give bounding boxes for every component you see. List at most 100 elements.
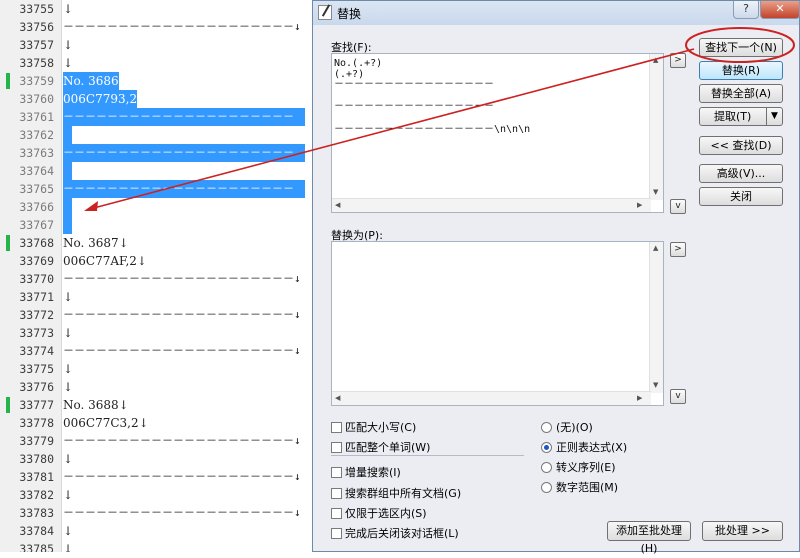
close-button[interactable]: 关闭 [699, 187, 783, 206]
editor-line[interactable]: 33764 [0, 162, 312, 180]
editor-line[interactable]: 33758 ↓ [0, 54, 312, 72]
option-checkbox[interactable]: 匹配整个单词(W) [331, 439, 430, 455]
extract-button[interactable]: 提取(T) ▼ [699, 107, 783, 126]
advanced-button[interactable]: 高级(V)... [699, 164, 783, 183]
editor-line[interactable]: 33766 [0, 198, 312, 216]
editor-line[interactable]: 33772 －－－－－－－－－－－－－－－－－－－－－↓ [0, 306, 312, 324]
checkbox-icon[interactable] [331, 528, 342, 539]
line-number: 33767 [19, 218, 54, 232]
editor-line[interactable]: 33782 ↓ [0, 486, 312, 504]
replace-button[interactable]: 替换(R) [699, 61, 783, 80]
batch-button[interactable]: 批处理 >> [702, 521, 783, 541]
line-number: 33758 [19, 56, 54, 70]
option-checkbox[interactable]: 搜索群组中所有文档(G) [331, 485, 461, 501]
help-button[interactable]: ? [733, 1, 759, 19]
checkbox-icon[interactable] [331, 488, 342, 499]
search-mode-radio[interactable]: 转义序列(E) [541, 459, 616, 475]
scroll-left-icon[interactable]: ◀ [335, 201, 340, 209]
editor-line[interactable]: 33760 006C7793,2 [0, 90, 312, 108]
editor-line[interactable]: 33761 －－－－－－－－－－－－－－－－－－－－－ [0, 108, 312, 126]
checkbox-icon[interactable] [331, 508, 342, 519]
line-number: 33757 [19, 38, 54, 52]
editor-line[interactable]: 33779 －－－－－－－－－－－－－－－－－－－－－↓ [0, 432, 312, 450]
option-checkbox[interactable]: 增量搜索(I) [331, 464, 401, 480]
editor-line[interactable]: 33774 －－－－－－－－－－－－－－－－－－－－－↓ [0, 342, 312, 360]
dialog-title: 替换 [337, 7, 362, 21]
text-editor[interactable]: 33755 ↓ 33756 －－－－－－－－－－－－－－－－－－－－－↓ 33757 ↓ 3… [0, 0, 312, 552]
scroll-right-icon[interactable]: ▶ [637, 201, 642, 209]
replace-hscrollbar[interactable]: ◀ ▶ [332, 391, 651, 405]
radio-icon[interactable] [541, 442, 552, 453]
scroll-up-icon[interactable]: ▲ [653, 244, 658, 252]
find-textarea[interactable]: No.(.+?) (.+?) －－－－－－－－－－－－－－－－ －－－－－－－－－－－… [331, 53, 664, 213]
find-hscrollbar[interactable]: ◀ ▶ [332, 198, 651, 212]
editor-line[interactable]: 33785 ↓ [0, 540, 312, 552]
radio-icon[interactable] [541, 422, 552, 433]
editor-line[interactable]: 33770 －－－－－－－－－－－－－－－－－－－－－↓ [0, 270, 312, 288]
editor-line[interactable]: 33769 006C77AF,2↓ [0, 252, 312, 270]
replace-vscrollbar[interactable]: ▲ ▼ [649, 242, 663, 393]
scroll-up-icon[interactable]: ▲ [653, 56, 658, 64]
close-window-button[interactable]: ✕ [760, 1, 800, 19]
editor-line[interactable]: 33768 No. 3687↓ [0, 234, 312, 252]
option-checkbox[interactable]: 匹配大小写(C) [331, 419, 416, 435]
scroll-right-icon[interactable]: ▶ [637, 394, 642, 402]
radio-label: 转义序列(E) [556, 461, 616, 474]
find-insert-button[interactable]: > [670, 53, 686, 68]
radio-icon[interactable] [541, 462, 552, 473]
line-number: 33755 [19, 2, 54, 16]
editor-line[interactable]: 33777 No. 3688↓ [0, 396, 312, 414]
editor-line[interactable]: 33781 －－－－－－－－－－－－－－－－－－－－－↓ [0, 468, 312, 486]
separator-line-text: －－－－－－－－－－－－－－－－－－－－－ [63, 144, 305, 162]
checkbox-icon[interactable] [331, 467, 342, 478]
editor-line[interactable]: 33759 No. 3686 [0, 72, 312, 90]
add-to-batch-button[interactable]: 添加至批处理(H) [607, 521, 691, 555]
replace-all-button[interactable]: 替换全部(A) [699, 84, 783, 103]
option-checkbox[interactable]: 仅限于选区内(S) [331, 505, 427, 521]
find-text-line: －－－－－－－－－－－－－－－－\n\n\n [334, 124, 531, 135]
search-mode-radio[interactable]: 正则表达式(X) [541, 439, 627, 455]
checkbox-icon[interactable] [331, 442, 342, 453]
line-number: 33781 [19, 470, 54, 484]
editor-line[interactable]: 33775 ↓ [0, 360, 312, 378]
line-text: ↓ [63, 2, 74, 16]
editor-line[interactable]: 33767 [0, 216, 312, 234]
search-mode-radio[interactable]: (无)(O) [541, 419, 593, 435]
editor-line[interactable]: 33778 006C77C3,2↓ [0, 414, 312, 432]
editor-line[interactable]: 33763 －－－－－－－－－－－－－－－－－－－－－ [0, 144, 312, 162]
dropdown-arrow-icon[interactable]: ▼ [766, 108, 782, 125]
line-text: ↓ [63, 524, 74, 538]
editor-line[interactable]: 33771 ↓ [0, 288, 312, 306]
search-mode-radio[interactable]: 数字范围(M) [541, 479, 618, 495]
editor-line[interactable]: 33780 ↓ [0, 450, 312, 468]
scroll-down-icon[interactable]: ▼ [653, 381, 658, 389]
find-history-button[interactable]: v [670, 199, 686, 214]
editor-line[interactable]: 33783 －－－－－－－－－－－－－－－－－－－－－↓ [0, 504, 312, 522]
find-next-button[interactable]: 查找下一个(N) [699, 38, 783, 57]
replace-history-button[interactable]: v [670, 389, 686, 404]
editor-line[interactable]: 33784 ↓ [0, 522, 312, 540]
radio-icon[interactable] [541, 482, 552, 493]
line-number: 33779 [19, 434, 54, 448]
line-number: 33775 [19, 362, 54, 376]
editor-line[interactable]: 33756 －－－－－－－－－－－－－－－－－－－－－↓ [0, 18, 312, 36]
editor-line[interactable]: 33765 －－－－－－－－－－－－－－－－－－－－－ [0, 180, 312, 198]
replace-insert-button[interactable]: > [670, 242, 686, 257]
editor-line[interactable]: 33757 ↓ [0, 36, 312, 54]
find-vscrollbar[interactable]: ▲ ▼ [649, 54, 663, 200]
scroll-down-icon[interactable]: ▼ [653, 188, 658, 196]
editor-line[interactable]: 33776 ↓ [0, 378, 312, 396]
scroll-left-icon[interactable]: ◀ [335, 394, 340, 402]
line-text: 006C77C3,2↓ [63, 416, 149, 430]
editor-line[interactable]: 33755 ↓ [0, 0, 312, 18]
checkbox-icon[interactable] [331, 422, 342, 433]
dialog-titlebar[interactable]: 替换 ? ✕ [313, 1, 800, 25]
replace-textarea[interactable]: ▲ ▼ ◀ ▶ [331, 241, 664, 406]
option-checkbox[interactable]: 完成后关闭该对话框(L) [331, 525, 459, 541]
editor-line[interactable]: 33773 ↓ [0, 324, 312, 342]
radio-label: 数字范围(M) [556, 481, 619, 494]
find-previous-button[interactable]: << 查找(D) [699, 136, 783, 155]
line-number: 33759 [19, 74, 54, 88]
line-text: ↓ [63, 542, 74, 552]
editor-line[interactable]: 33762 [0, 126, 312, 144]
